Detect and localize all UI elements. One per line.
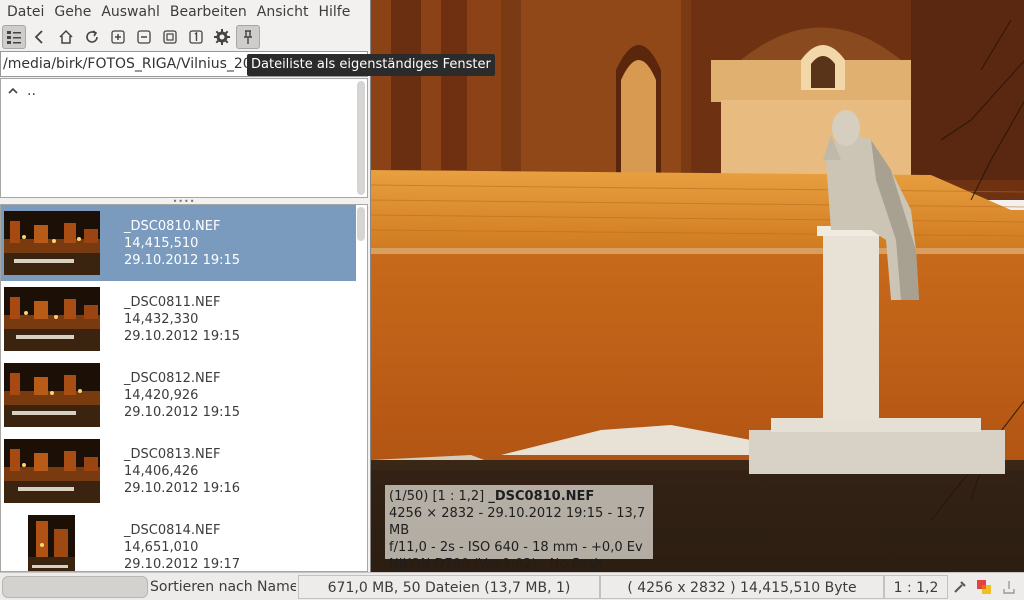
zoom-in-icon [111,30,125,44]
refresh-button[interactable] [80,25,104,49]
file-name: _DSC0811.NEF [124,295,221,310]
back-icon [34,30,43,44]
file-thumbnail [4,439,100,503]
image-viewer[interactable]: (1/50) [1 : 1,2] _DSC0810.NEF 4256 × 283… [370,0,1024,572]
info-line-2: 4256 × 2832 - 29.10.2012 19:15 - 13,7 MB [389,506,646,538]
sort-mode-button[interactable]: Sortieren nach Name [150,575,296,599]
back-button[interactable] [28,25,52,49]
file-meta: _DSC0814.NEF 14,651,010 29.10.2012 19:17 [124,522,241,572]
pin-icon [244,30,252,44]
file-size: 14,432,330 [124,312,199,327]
file-meta: _DSC0813.NEF 14,406,426 29.10.2012 19:16 [124,446,240,497]
file-size: 14,651,010 [124,540,199,555]
file-date: 29.10.2012 19:15 [124,253,241,268]
info-filename: _DSC0810.NEF [488,489,595,504]
menu-ansicht[interactable]: Ansicht [252,0,314,24]
file-row[interactable]: _DSC0813.NEF 14,406,426 29.10.2012 19:16 [1,433,356,509]
file-thumbnail [4,363,100,427]
file-meta: _DSC0810.NEF 14,415,510 29.10.2012 19:15 [124,218,240,269]
file-thumbnail [4,211,100,275]
parent-directory-label: .. [27,83,36,99]
directory-scrollbar[interactable] [357,81,365,195]
pin-button[interactable] [236,25,260,49]
file-meta: _DSC0812.NEF 14,420,926 29.10.2012 19:15 [124,370,240,421]
file-list[interactable]: _DSC0810.NEF 14,415,510 29.10.2012 19:15… [0,204,368,572]
color-profile-button[interactable] [972,575,996,599]
status-bar: Sortieren nach Name 671,0 MB, 50 Dateien… [0,572,1024,600]
file-name: _DSC0810.NEF [124,219,221,234]
file-thumbnail [28,515,75,571]
file-date: 29.10.2012 19:15 [124,329,241,344]
status-dimensions: ( 4256 x 2832 ) 14,415,510 Byte [600,575,884,599]
refresh-icon [86,30,98,43]
settings-gear-icon [214,29,230,45]
file-meta: _DSC0811.NEF 14,432,330 29.10.2012 19:15 [124,294,240,345]
directory-list[interactable]: .. [0,78,368,198]
info-line-1: (1/50) [1 : 1,2] _DSC0810.NEF [389,488,649,505]
pin-tooltip: Dateiliste als eigenständiges Fenster [247,54,495,76]
toolbar [0,24,370,50]
color-profile-icon [977,580,991,594]
file-row[interactable]: _DSC0810.NEF 14,415,510 29.10.2012 19:15 [1,205,356,281]
eyedropper-icon [954,581,966,593]
info-index-zoom: (1/50) [1 : 1,2] [389,489,489,504]
parent-directory-item[interactable]: .. [1,79,367,103]
file-size: 14,415,510 [124,236,199,251]
zoom-original-button[interactable] [184,25,208,49]
left-panel: Datei Gehe Auswahl Bearbeiten Ansicht Hi… [0,0,370,572]
thumbnails-toggle-button[interactable] [2,25,26,49]
menu-bar: Datei Gehe Auswahl Bearbeiten Ansicht Hi… [0,0,370,24]
file-name: _DSC0812.NEF [124,371,221,386]
file-date: 29.10.2012 19:17 [124,557,241,572]
menu-bearbeiten[interactable]: Bearbeiten [165,0,252,24]
zoom-out-icon [137,30,151,44]
home-icon [59,29,73,44]
progress-bar [2,576,148,598]
file-name: _DSC0813.NEF [124,447,221,462]
menu-gehe[interactable]: Gehe [49,0,96,24]
zoom-out-button[interactable] [132,25,156,49]
settings-button[interactable] [210,25,234,49]
write-pending-button[interactable] [996,575,1022,599]
thumbnails-toggle-icon [7,31,21,44]
file-thumbnail [4,287,100,351]
file-list-scrollbar[interactable] [357,207,365,241]
info-line-3: f/11,0 - 2s - ISO 640 - 18 mm - +0,0 Ev [389,540,643,555]
menu-hilfe[interactable]: Hilfe [313,0,355,24]
file-row[interactable]: _DSC0812.NEF 14,420,926 29.10.2012 19:15 [1,357,356,433]
file-row[interactable]: _DSC0814.NEF 14,651,010 29.10.2012 19:17 [1,509,356,572]
zoom-fit-icon [163,30,177,44]
file-size: 14,406,426 [124,464,199,479]
status-zoom: 1 : 1,2 [884,575,948,599]
file-name: _DSC0814.NEF [124,523,221,538]
file-size: 14,420,926 [124,388,199,403]
image-info-overlay: (1/50) [1 : 1,2] _DSC0810.NEF 4256 × 283… [385,485,653,572]
zoom-fit-button[interactable] [158,25,182,49]
file-date: 29.10.2012 19:15 [124,405,241,420]
zoom-in-button[interactable] [106,25,130,49]
file-row[interactable]: _DSC0811.NEF 14,432,330 29.10.2012 19:15 [1,281,356,357]
chevron-up-icon [8,87,18,94]
menu-datei[interactable]: Datei [2,0,49,24]
file-date: 29.10.2012 19:16 [124,481,241,496]
info-line-4: NIKON D700 (Ver.1.02) - No flash [389,557,603,572]
zoom-1-1-icon [189,30,203,44]
save-pending-icon [1003,581,1015,594]
home-button[interactable] [54,25,78,49]
status-totals: 671,0 MB, 50 Dateien (13,7 MB, 1) [298,575,600,599]
menu-auswahl[interactable]: Auswahl [96,0,165,24]
color-picker-button[interactable] [948,575,972,599]
